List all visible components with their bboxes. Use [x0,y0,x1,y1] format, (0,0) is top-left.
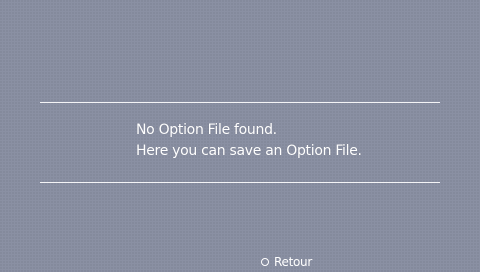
top-divider [40,102,440,103]
no-option-file-message: No Option File found. Here you can save … [136,120,436,162]
back-label: Retour [274,255,312,269]
option-file-screen: No Option File found. Here you can save … [0,0,480,272]
back-button[interactable]: Retour [261,254,312,270]
bottom-divider [40,182,440,183]
message-line-2[interactable]: Here you can save an Option File. [136,141,436,162]
message-line-1: No Option File found. [136,122,277,138]
circle-button-icon [261,258,269,266]
